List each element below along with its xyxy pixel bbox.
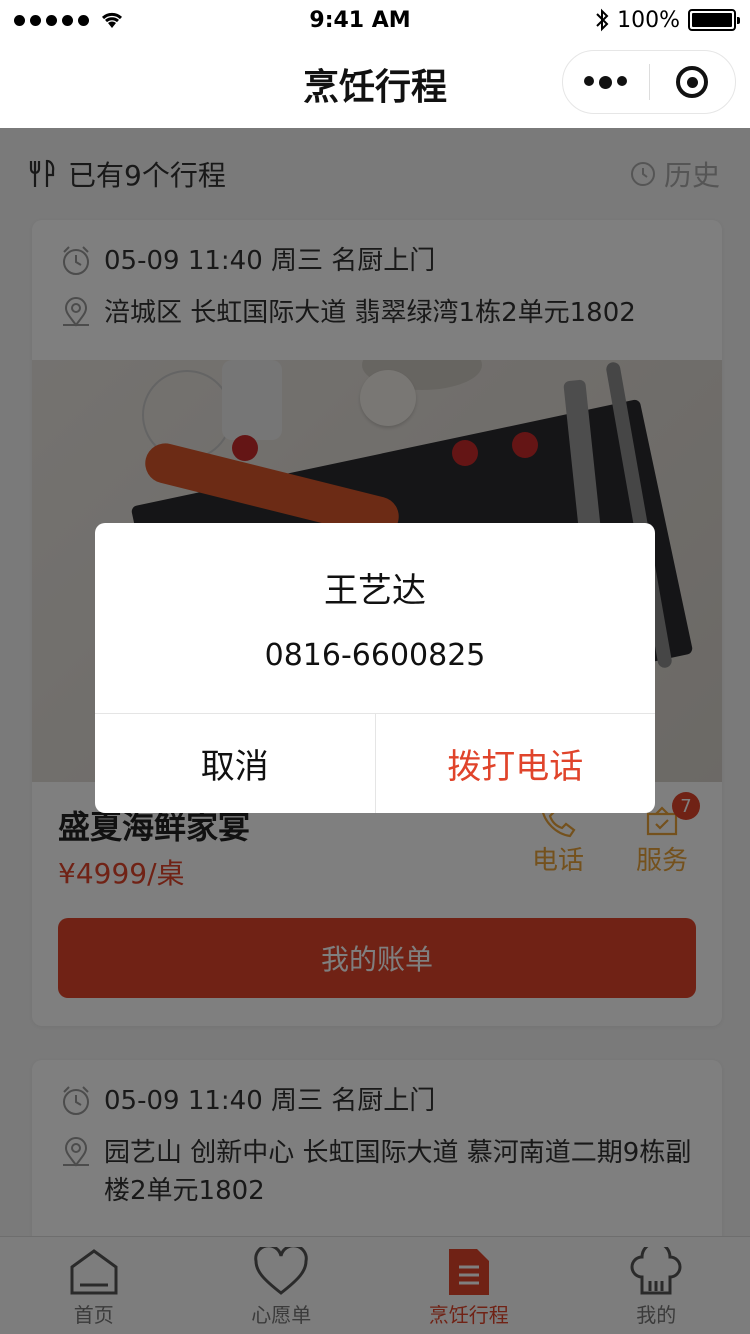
page-title: 烹饪行程 [302,67,447,108]
battery-group: 100% [595,7,740,33]
bluetooth-icon [596,8,609,32]
wifi-icon [101,12,123,28]
mini-program-capsule [562,50,736,114]
call-dialog-body: 王艺达 0816-6600825 [95,523,655,713]
status-time: 9:41 AM [309,7,411,33]
call-dialog: 王艺达 0816-6600825 取消 拨打电话 [95,523,655,813]
signal-icon [14,14,89,26]
call-dialog-buttons: 取消 拨打电话 [95,713,655,813]
more-icon[interactable] [563,75,649,89]
nav-bar: 烹饪行程 [0,40,750,128]
battery-icon [688,9,740,31]
signal-group [14,10,125,30]
cancel-button[interactable]: 取消 [95,714,376,813]
status-bar: 9:41 AM 100% [0,0,750,40]
contact-phone: 0816-6600825 [264,638,486,673]
call-button[interactable]: 拨打电话 [376,714,656,813]
close-miniprogram-icon[interactable] [650,66,736,98]
battery-percent: 100% [617,7,680,33]
contact-name: 王艺达 [324,571,426,611]
